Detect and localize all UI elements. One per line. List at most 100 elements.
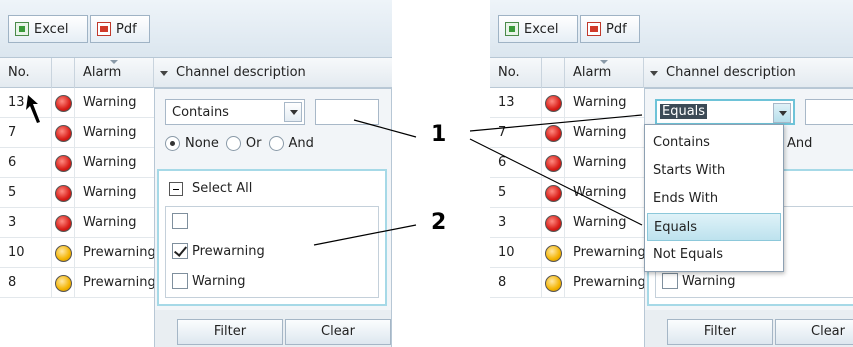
table-row[interactable]: 13 Warning: [490, 88, 644, 118]
table-row[interactable]: 13 Warning: [0, 88, 154, 118]
option-ends-with[interactable]: Ends With: [647, 185, 781, 213]
filter-footer: Filter Clear: [155, 310, 391, 347]
table-row[interactable]: 5 Warning: [0, 178, 154, 208]
cell-no: 6: [490, 148, 542, 178]
filter-button[interactable]: Filter: [667, 319, 773, 345]
list-item[interactable]: Warning: [662, 273, 735, 289]
radio-or[interactable]: [225, 135, 241, 151]
clear-button[interactable]: Clear: [285, 319, 391, 345]
select-all-label: Select All: [192, 181, 253, 196]
cell-no: 3: [490, 208, 542, 238]
table-row[interactable]: 8 Prewarning: [0, 268, 154, 298]
grid-header: No. Alarm Channel description: [490, 58, 853, 88]
filter-footer: Filter Clear: [645, 310, 853, 347]
cell-alarm: Warning: [573, 125, 627, 140]
cell-indicator: [52, 118, 75, 148]
operator-select[interactable]: Contains: [165, 99, 305, 125]
alarm-red-icon: [545, 155, 562, 172]
excel-label: Excel: [524, 21, 559, 37]
header-alarm[interactable]: Alarm: [565, 58, 644, 88]
filter-button[interactable]: Filter: [177, 319, 283, 345]
header-channel-label: Channel description: [666, 65, 796, 80]
option-equals[interactable]: Equals: [647, 213, 781, 241]
operator-select[interactable]: Equals: [655, 99, 795, 125]
sort-indicator-icon: [110, 60, 118, 64]
cell-indicator: [542, 268, 565, 298]
item-checkbox[interactable]: [662, 273, 678, 289]
alarm-yellow-icon: [545, 275, 562, 292]
excel-export-button[interactable]: Excel: [498, 15, 578, 43]
cell-no: 8: [0, 268, 52, 298]
option-starts-with[interactable]: Starts With: [647, 157, 781, 185]
table-row[interactable]: 5 Warning: [490, 178, 644, 208]
cell-no: 6: [0, 148, 52, 178]
alarm-yellow-icon: [545, 245, 562, 262]
grid-header: No. Alarm Channel description: [0, 58, 392, 88]
table-row[interactable]: 7 Warning: [490, 118, 644, 148]
clear-button[interactable]: Clear: [775, 319, 853, 345]
cell-no: 7: [0, 118, 52, 148]
table-row[interactable]: 6 Warning: [0, 148, 154, 178]
item-checkbox[interactable]: [172, 273, 188, 289]
cell-alarm: Warning: [83, 215, 137, 230]
cell-indicator: [52, 88, 75, 118]
list-item[interactable]: [172, 213, 192, 229]
table-row[interactable]: 3 Warning: [0, 208, 154, 238]
item-label: Warning: [682, 273, 736, 289]
cell-indicator: [542, 238, 565, 268]
cell-no: 13: [0, 88, 52, 118]
minus-icon[interactable]: [169, 181, 183, 196]
chevron-down-icon[interactable]: [284, 102, 302, 122]
header-channel-label: Channel description: [176, 65, 306, 80]
table-row[interactable]: 7 Warning: [0, 118, 154, 148]
filter-value-input[interactable]: [805, 99, 853, 125]
radio-and[interactable]: [268, 135, 284, 151]
cell-alarm: Warning: [83, 95, 137, 110]
alarm-yellow-icon: [55, 245, 72, 262]
radio-none[interactable]: [165, 135, 180, 151]
sort-indicator-icon: [600, 60, 608, 64]
cell-no: 5: [490, 178, 542, 208]
filter-value-input[interactable]: [315, 99, 379, 125]
option-contains[interactable]: Contains: [647, 129, 781, 157]
toolbar: Excel Pdf: [0, 0, 392, 58]
item-checkbox[interactable]: [172, 243, 188, 259]
filter-dropdown-icon[interactable]: [650, 71, 658, 76]
alarm-red-icon: [55, 215, 72, 232]
header-no[interactable]: No.: [0, 58, 52, 88]
pdf-export-button[interactable]: Pdf: [90, 15, 150, 43]
option-not-equals[interactable]: Not Equals: [647, 241, 781, 269]
cell-no: 8: [490, 268, 542, 298]
list-item[interactable]: Warning: [172, 273, 245, 289]
table-row[interactable]: 8 Prewarning: [490, 268, 644, 298]
list-item[interactable]: Prewarning: [172, 243, 265, 259]
header-alarm[interactable]: Alarm: [75, 58, 154, 88]
cell-alarm: Warning: [573, 95, 627, 110]
header-channel[interactable]: Channel description: [154, 58, 392, 88]
header-channel[interactable]: Channel description: [644, 58, 853, 88]
operator-value: Contains: [172, 105, 229, 120]
table-row[interactable]: 10 Prewarning: [490, 238, 644, 268]
cell-alarm: Warning: [83, 125, 137, 140]
cell-alarm: Prewarning: [83, 245, 154, 260]
cell-alarm: Warning: [83, 155, 137, 170]
pdf-export-button[interactable]: Pdf: [580, 15, 640, 43]
alarm-yellow-icon: [55, 275, 72, 292]
distinct-values-box: Select All Prewarning Warning: [157, 169, 387, 306]
filter-dropdown-icon[interactable]: [160, 71, 168, 76]
chevron-down-icon[interactable]: [773, 103, 791, 123]
cell-indicator: [52, 148, 75, 178]
cell-indicator: [542, 88, 565, 118]
table-row[interactable]: 6 Warning: [490, 148, 644, 178]
alarm-red-icon: [545, 185, 562, 202]
cell-alarm: Warning: [573, 215, 627, 230]
table-row[interactable]: 3 Warning: [490, 208, 644, 238]
cell-alarm: Warning: [83, 185, 137, 200]
item-checkbox[interactable]: [172, 213, 188, 229]
select-all-toggle[interactable]: Select All: [169, 181, 252, 196]
header-no[interactable]: No.: [490, 58, 542, 88]
alarm-red-icon: [545, 95, 562, 112]
header-indicator: [52, 58, 75, 88]
excel-export-button[interactable]: Excel: [8, 15, 88, 43]
table-row[interactable]: 10 Prewarning: [0, 238, 154, 268]
